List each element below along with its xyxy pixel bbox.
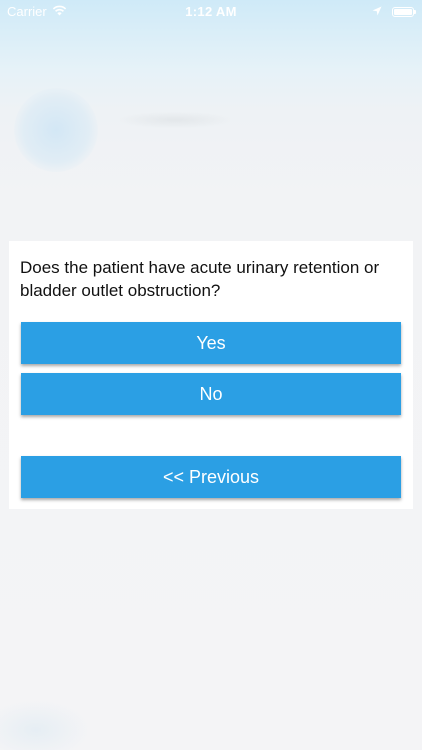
blurred-bottom-background bbox=[0, 700, 90, 750]
status-time: 1:12 AM bbox=[185, 4, 237, 19]
location-arrow-icon bbox=[372, 4, 382, 19]
no-button[interactable]: No bbox=[21, 373, 401, 415]
yes-button[interactable]: Yes bbox=[21, 322, 401, 364]
status-bar: Carrier 1:12 AM bbox=[0, 0, 422, 22]
previous-button[interactable]: << Previous bbox=[21, 456, 401, 498]
battery-icon bbox=[392, 6, 416, 17]
status-right bbox=[372, 4, 416, 19]
question-dialog: Does the patient have acute urinary rete… bbox=[9, 241, 413, 509]
blurred-text-background bbox=[120, 112, 230, 128]
blurred-avatar-background bbox=[14, 88, 98, 172]
question-text: Does the patient have acute urinary rete… bbox=[20, 258, 380, 300]
